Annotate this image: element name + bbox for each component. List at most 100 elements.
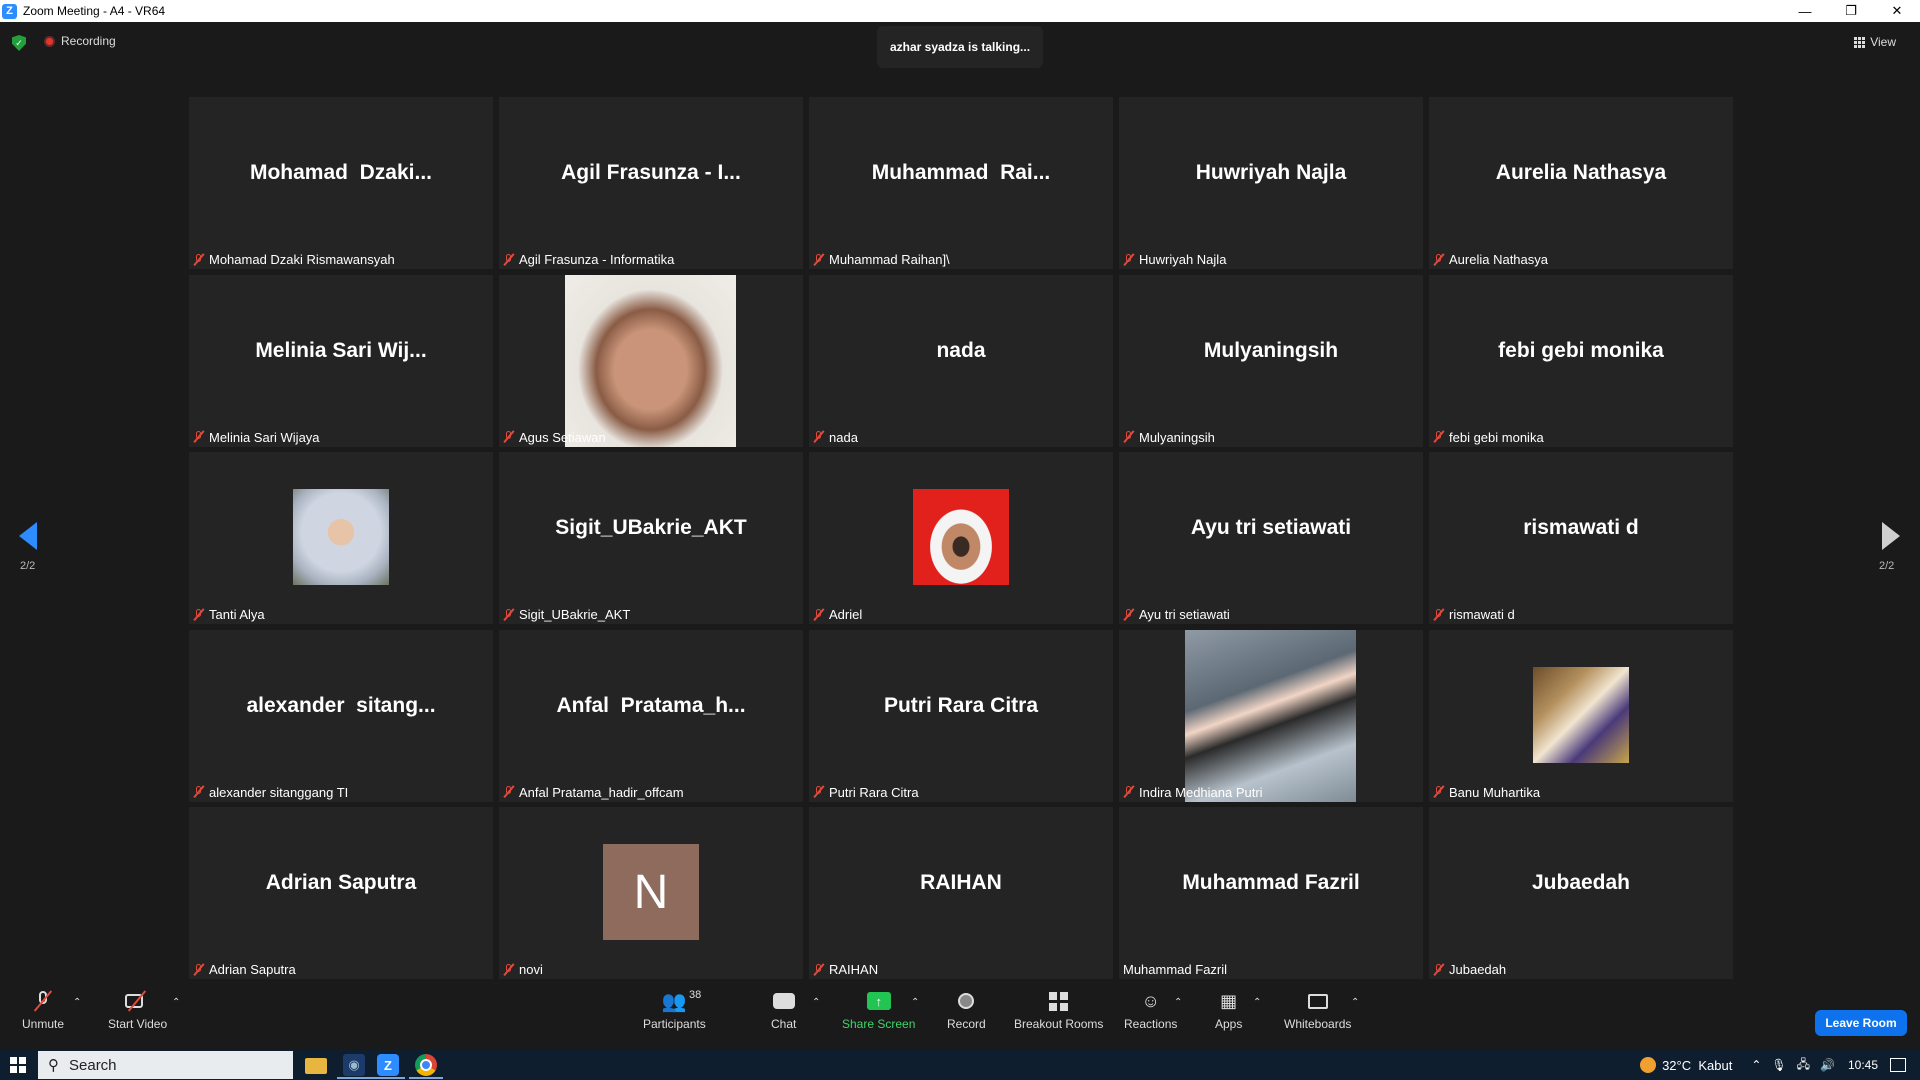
participant-name-text: Muhammad Fazril [1123,962,1228,977]
weather-widget[interactable]: 32°C Kabut [1640,1057,1732,1073]
start-video-button[interactable]: Start Video [108,987,167,1031]
reactions-options-chevron-icon[interactable]: ⌃ [1174,997,1182,1008]
weather-text: 32°C Kabut [1662,1057,1733,1073]
reactions-button[interactable]: ☺ Reactions [1124,987,1177,1032]
participant-tile[interactable]: rismawati d rismawati d [1429,452,1733,624]
breakout-rooms-button[interactable]: Breakout Rooms [1014,987,1103,1031]
chat-options-chevron-icon[interactable]: ⌃ [812,997,820,1008]
weather-sun-icon [1640,1057,1657,1073]
participant-name-text: Melinia Sari Wijaya [209,429,320,445]
participant-video [565,274,736,447]
taskbar-search-box[interactable]: ⚲ Search [38,1051,293,1079]
reactions-smiley-icon: ☺ [1141,990,1160,1011]
participant-name-text: Tanti Alya [209,607,265,622]
apps-button[interactable]: ▦ Apps [1215,987,1242,1032]
view-button[interactable]: View [1854,35,1896,49]
participant-tile[interactable]: Mulyaningsih Mulyaningsih [1119,274,1423,447]
participant-display-name: Ayu tri setiawati [1190,516,1352,539]
participant-tile[interactable]: Banu Muhartika [1429,629,1733,802]
restore-icon[interactable]: ❐ [1828,0,1874,22]
video-options-chevron-icon[interactable]: ⌃ [172,997,180,1008]
record-button[interactable]: Record [947,987,986,1031]
muted-microphone-icon [36,991,50,1011]
participant-tile[interactable]: Agil Frasunza - I... Agil Frasunza - Info… [499,97,803,269]
volume-icon[interactable]: 🔊 [1820,1058,1835,1072]
participant-name-label: Anfal Pratama_hadir_offcam [503,783,684,802]
participant-profile-photo [1533,666,1629,763]
participant-tile[interactable]: RAIHAN RAIHAN [809,807,1113,979]
network-icon[interactable]: 🖧 [1797,1055,1810,1076]
recording-indicator[interactable]: Recording [44,34,116,48]
windows-start-icon[interactable] [10,1057,26,1073]
apps-options-chevron-icon[interactable]: ⌃ [1253,997,1261,1008]
participant-name-text: Aurelia Nathasya [1449,252,1548,267]
participant-tile[interactable]: febi gebi monika febi gebi monika [1429,274,1733,447]
participant-name-text: Sigit_UBakrie_AKT [519,607,631,622]
share-screen-button[interactable]: ↑ Share Screen [842,987,915,1031]
file-explorer-icon[interactable] [305,1058,327,1074]
participant-tile[interactable]: Putri Rara Citra Putri Rara Citra [809,629,1113,802]
taskbar-clock[interactable]: 10:45 [1848,1058,1878,1072]
participant-tile[interactable]: Huwriyah Najla Huwriyah Najla [1119,97,1423,269]
participant-tile[interactable]: Sigit_UBakrie_AKT Sigit_UBakrie_AKT [499,452,803,624]
participant-tile[interactable]: Jubaedah Jubaedah [1429,807,1733,979]
participant-name-text: alexander sitanggang TI [209,784,349,800]
participant-name-text: Agus Setiawan [519,429,606,445]
muted-mic-icon [503,785,515,799]
participant-tile[interactable]: Nnovi [499,807,803,979]
participant-name-label: rismawati d [1433,605,1515,624]
participant-tile[interactable]: Mohamad Dzaki... Mohamad Dzaki Rismawansy… [189,97,493,269]
participant-tile[interactable]: Anfal Pratama_h... Anfal Pratama_hadir_of… [499,629,803,802]
participant-tile[interactable]: Muhammad Fazril Muhammad Fazril [1119,807,1423,979]
participant-tile[interactable]: Adrian Saputra Adrian Saputra [189,807,493,979]
whiteboards-options-chevron-icon[interactable]: ⌃ [1351,997,1359,1008]
previous-page-arrow-icon[interactable] [19,522,37,550]
close-icon[interactable]: ✕ [1874,0,1920,22]
participant-tile[interactable]: Ayu tri setiawati Ayu tri setiawati [1119,452,1423,624]
participant-display-name: Adrian Saputra [265,871,417,894]
gallery-grid: Mohamad Dzaki... Mohamad Dzaki Rismawansy… [189,97,1733,979]
participant-profile-photo [913,489,1009,585]
participant-name-text: Indira Medhiana Putri [1139,784,1263,800]
participant-video [1185,629,1356,802]
participant-tile[interactable]: Tanti Alya [189,452,493,624]
muted-mic-icon [1433,963,1445,977]
whiteboards-button[interactable]: Whiteboards [1284,987,1351,1031]
participant-display-name: rismawati d [1523,516,1639,539]
meeting-toolbar: Unmute ⌃ Start Video ⌃ 👥 Participants 38… [0,987,1920,1049]
microphone-tray-icon[interactable]: 🎙 [1771,1058,1786,1072]
participant-tile[interactable]: Indira Medhiana Putri [1119,629,1423,802]
next-page-arrow-icon[interactable] [1882,522,1900,550]
minimize-icon[interactable]: — [1782,0,1828,22]
leave-room-button[interactable]: Leave Room [1815,1010,1907,1036]
participant-display-name: alexander sitang... [246,693,436,717]
video-off-camera-icon [124,992,151,1010]
participant-tile[interactable]: Agus Setiawan [499,274,803,447]
participant-name-label: Banu Muhartika [1433,783,1540,802]
chat-button[interactable]: Chat [771,987,796,1031]
participant-tile[interactable]: nada nada [809,274,1113,447]
participant-name-text: Putri Rara Citra [829,784,919,800]
camera-app-icon[interactable]: ◉ [343,1054,365,1076]
window-controls: — ❐ ✕ [1782,0,1920,22]
audio-options-chevron-icon[interactable]: ⌃ [73,997,81,1008]
chrome-icon[interactable] [415,1054,437,1076]
tray-overflow-chevron-icon[interactable]: ⌃ [1751,1058,1761,1072]
participant-tile[interactable]: Adriel [809,452,1113,624]
unmute-button[interactable]: Unmute [22,987,64,1031]
notifications-icon[interactable] [1890,1058,1906,1072]
participant-display-name: Huwriyah Najla [1195,161,1347,184]
participant-tile[interactable]: Aurelia Nathasya Aurelia Nathasya [1429,97,1733,269]
participant-tile[interactable]: Melinia Sari Wij... Melinia Sari Wijaya [189,274,493,447]
participant-name-label: Putri Rara Citra [813,783,919,802]
participant-tile[interactable]: alexander sitang... alexander sitanggang … [189,629,493,802]
encryption-shield-icon[interactable]: ✓ [12,35,26,51]
participant-display-name: Mulyaningsih [1203,338,1339,362]
zoom-taskbar-icon[interactable]: Z [377,1054,399,1076]
participant-name-text: RAIHAN [829,962,879,977]
participant-display-name: Mohamad Dzaki... [249,161,433,184]
start-video-label: Start Video [108,1017,168,1031]
participant-tile[interactable]: Muhammad Rai... Muhammad Raihan]\ [809,97,1113,269]
share-options-chevron-icon[interactable]: ⌃ [911,997,919,1008]
share-screen-icon: ↑ [866,992,891,1010]
